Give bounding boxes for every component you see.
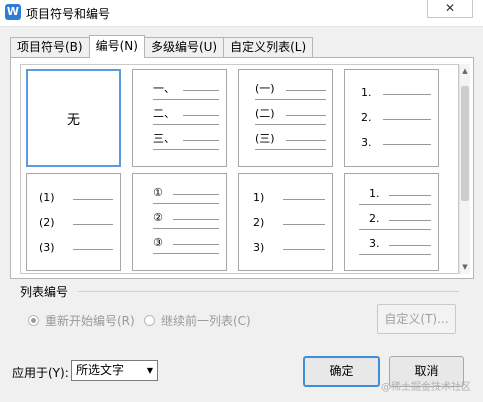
continue-list-option[interactable]: 继续前一列表(C)	[144, 312, 251, 329]
tab-numbering[interactable]: 编号(N)	[88, 35, 145, 58]
marker: 2.	[361, 111, 372, 124]
marker: 2.	[369, 212, 380, 225]
numbering-option-arabic-indented[interactable]: 1. 2. 3.	[344, 173, 439, 271]
scrollbar-thumb[interactable]	[461, 86, 469, 201]
restart-radio[interactable]	[28, 315, 39, 326]
watermark: @稀土掘金技术社区	[381, 382, 471, 393]
tab-bar: 项目符号(B) 编号(N) 多级编号(U) 自定义列表(L)	[10, 35, 314, 58]
numbering-gallery: 无 一、 二、 三、 (一) (二) (三) 1. 2. 3. (1) (2) …	[20, 64, 459, 274]
marker: 三、	[153, 132, 175, 145]
marker: 1.	[369, 187, 380, 200]
scroll-down-icon[interactable]: ▼	[460, 262, 470, 272]
dropdown-arrow-icon: ▼	[146, 366, 153, 375]
marker: 3.	[369, 237, 380, 250]
marker: ③	[153, 236, 163, 249]
numbering-option-chinese-paren[interactable]: (一) (二) (三)	[238, 69, 333, 167]
marker: 2)	[253, 216, 265, 229]
tab-multilevel[interactable]: 多级编号(U)	[143, 37, 225, 57]
marker: 3.	[361, 136, 372, 149]
scroll-up-icon[interactable]: ▲	[460, 66, 470, 76]
marker: (三)	[255, 132, 275, 145]
close-button[interactable]: ✕	[427, 0, 473, 18]
numbering-option-arabic-dot[interactable]: 1. 2. 3.	[344, 69, 439, 167]
section-divider	[78, 291, 459, 292]
title-bar: W 项目符号和编号 ✕	[0, 0, 483, 27]
list-numbering-label: 列表编号	[20, 285, 69, 299]
tab-panel: 无 一、 二、 三、 (一) (二) (三) 1. 2. 3. (1) (2) …	[10, 57, 474, 279]
restart-numbering-option[interactable]: 重新开始编号(R)	[28, 312, 135, 329]
wps-writer-icon: W	[5, 4, 21, 20]
marker: ①	[153, 186, 163, 199]
marker: (一)	[255, 82, 275, 95]
window-title: 项目符号和编号	[26, 7, 111, 21]
marker: (1)	[39, 191, 55, 204]
marker: (2)	[39, 216, 55, 229]
gallery-scrollbar[interactable]: ▲ ▼	[459, 64, 470, 274]
ok-button[interactable]: 确定	[303, 356, 380, 387]
marker: 一、	[153, 82, 175, 95]
apply-to-label: 应用于(Y):	[12, 366, 69, 380]
numbering-option-none[interactable]: 无	[26, 69, 121, 167]
numbering-option-arabic-half-paren[interactable]: 1) 2) 3)	[238, 173, 333, 271]
numbering-option-circled[interactable]: ① ② ③	[132, 173, 227, 271]
continue-radio[interactable]	[144, 315, 155, 326]
tab-bullets[interactable]: 项目符号(B)	[10, 37, 90, 57]
marker: (3)	[39, 241, 55, 254]
customize-button[interactable]: 自定义(T)...	[377, 304, 456, 334]
tab-custom-list[interactable]: 自定义列表(L)	[223, 37, 314, 57]
none-label: 无	[66, 113, 80, 128]
apply-to-select[interactable]: 所选文字 ▼	[71, 360, 158, 381]
marker: 1.	[361, 86, 372, 99]
apply-to-value: 所选文字	[76, 363, 125, 377]
numbering-option-arabic-paren[interactable]: (1) (2) (3)	[26, 173, 121, 271]
numbering-option-chinese[interactable]: 一、 二、 三、	[132, 69, 227, 167]
restart-label: 重新开始编号(R)	[45, 314, 135, 328]
marker: 1)	[253, 191, 265, 204]
continue-label: 继续前一列表(C)	[161, 314, 251, 328]
marker: ②	[153, 211, 163, 224]
marker: (二)	[255, 107, 275, 120]
marker: 3)	[253, 241, 265, 254]
marker: 二、	[153, 107, 175, 120]
